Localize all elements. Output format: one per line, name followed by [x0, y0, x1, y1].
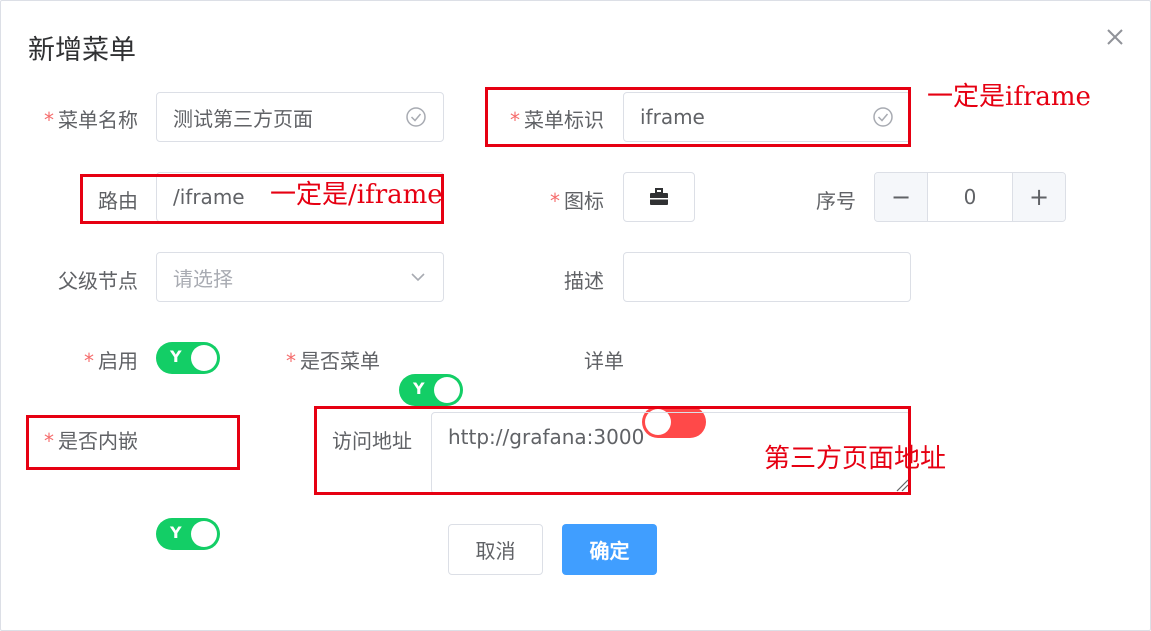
chevron-down-icon [411, 273, 425, 282]
description-input[interactable] [623, 252, 911, 302]
annotation-menu-key: 一定是iframe [927, 82, 1091, 112]
icon-label: * 图标 [550, 189, 604, 213]
parent-label: 父级节点 [58, 269, 138, 293]
cancel-button[interactable]: 取消 [448, 524, 543, 575]
dialog-title: 新增菜单 [28, 35, 136, 66]
decrement-button[interactable]: − [875, 173, 927, 221]
is-menu-label: * 是否菜单 [286, 349, 380, 373]
annotation-box-menu-key [485, 87, 911, 147]
enabled-label: * 启用 [84, 349, 138, 373]
order-label: 序号 [816, 189, 856, 213]
increment-button[interactable]: + [1013, 173, 1065, 221]
icon-picker[interactable] [623, 172, 695, 222]
briefcase-icon [650, 188, 668, 205]
confirm-button[interactable]: 确定 [562, 524, 657, 575]
order-value[interactable]: 0 [927, 173, 1013, 221]
order-stepper[interactable]: − 0 + [874, 172, 1066, 222]
annotation-box-embedded [26, 415, 240, 470]
menu-name-input[interactable]: 测试第三方页面 [156, 92, 444, 142]
parent-select[interactable]: 请选择 [156, 252, 444, 302]
menu-name-label: * 菜单名称 [44, 108, 138, 132]
annotation-url: 第三方页面地址 [764, 444, 947, 474]
description-label: 描述 [564, 269, 604, 293]
annotation-route: 一定是/iframe [270, 180, 443, 210]
close-icon[interactable] [1104, 26, 1126, 48]
is-menu-switch[interactable]: Y [399, 374, 463, 406]
check-circle-icon [406, 107, 426, 127]
embedded-switch[interactable]: Y [156, 518, 220, 550]
parent-placeholder: 请选择 [173, 266, 233, 291]
detail-label: 详单 [584, 349, 624, 373]
menu-name-value: 测试第三方页面 [173, 106, 313, 131]
enabled-switch[interactable]: Y [156, 342, 220, 374]
